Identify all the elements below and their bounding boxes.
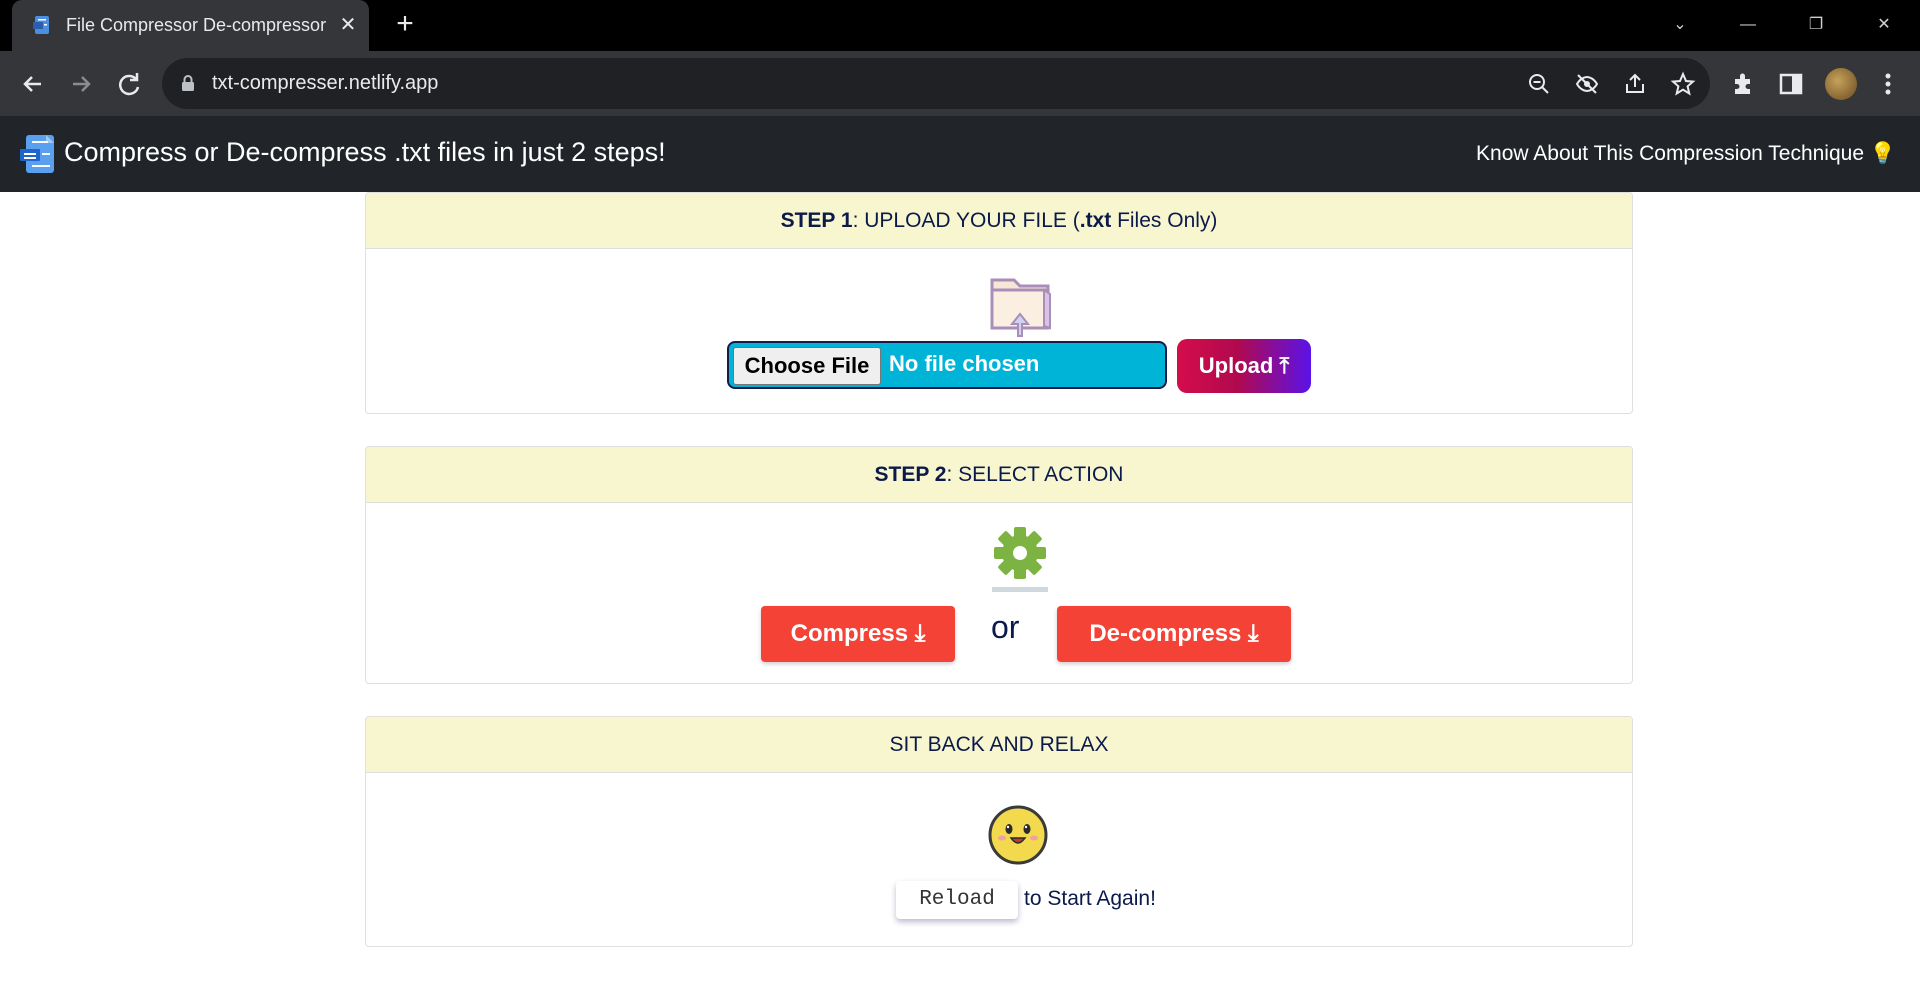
lock-icon[interactable] [180, 74, 196, 92]
close-window-button[interactable]: ✕ [1868, 10, 1900, 40]
profile-avatar[interactable] [1825, 68, 1857, 100]
relax-header: SIT BACK AND RELAX [366, 717, 1632, 773]
compress-button[interactable]: Compress ⤓ [761, 606, 955, 662]
step2-body: Compress ⤓ or De-compress ⤓ [366, 503, 1632, 683]
step2-card: STEP 2: SELECT ACTION Compress ⤓ or De-c… [365, 446, 1633, 684]
browser-tabstrip: File Compressor De-compressor ✕ + ⌄ — ❐ … [0, 0, 1920, 51]
decompress-button[interactable]: De-compress ⤓ [1057, 606, 1291, 662]
relax-body: Reload to Start Again! [366, 773, 1632, 946]
step2-text: : SELECT ACTION [946, 463, 1124, 486]
step1-header: STEP 1: UPLOAD YOUR FILE (.txt Files Onl… [366, 193, 1632, 249]
tab-close-icon[interactable]: ✕ [337, 14, 359, 36]
restore-button[interactable]: ❐ [1800, 10, 1832, 40]
step1-card: STEP 1: UPLOAD YOUR FILE (.txt Files Onl… [365, 192, 1633, 414]
restart-text: to Start Again! [1024, 887, 1156, 910]
url-text[interactable]: txt-compresser.netlify.app [212, 72, 438, 95]
step1-text: : UPLOAD YOUR FILE ( [852, 209, 1080, 232]
side-panel-icon[interactable] [1777, 70, 1805, 98]
eye-off-icon[interactable] [1574, 71, 1600, 97]
relax-card: SIT BACK AND RELAX Reload to Start Again… [365, 716, 1633, 947]
browser-tab[interactable]: File Compressor De-compressor ✕ [12, 0, 369, 51]
folder-upload-icon [990, 278, 1051, 337]
step2-label: STEP 2 [874, 463, 947, 486]
gear-icon [992, 527, 1048, 592]
share-icon[interactable] [1622, 71, 1648, 97]
address-bar[interactable]: txt-compresser.netlify.app [162, 58, 1710, 109]
back-icon[interactable] [16, 67, 50, 101]
file-status: No file chosen [889, 351, 1040, 376]
step2-header: STEP 2: SELECT ACTION [366, 447, 1632, 503]
step1-body: Choose File No file chosen Upload ⤒ [366, 249, 1632, 413]
smiley-face-icon [988, 805, 1048, 865]
upload-button[interactable]: Upload ⤒ [1177, 339, 1311, 393]
reload-icon[interactable] [112, 67, 146, 101]
compression-info-link[interactable]: Know About This Compression Technique 💡 [1476, 142, 1896, 166]
forward-icon[interactable] [64, 67, 98, 101]
or-separator: or [991, 609, 1020, 645]
file-icon [33, 16, 49, 34]
txt-file-icon [20, 135, 54, 173]
step1-label: STEP 1 [780, 209, 853, 232]
file-input[interactable]: Choose File No file chosen [727, 341, 1167, 389]
choose-file-button[interactable]: Choose File [733, 347, 881, 385]
step1-ext: .txt [1079, 209, 1112, 232]
new-tab-button[interactable]: + [392, 9, 418, 39]
tab-title: File Compressor De-compressor [66, 15, 327, 35]
bookmark-star-icon[interactable] [1670, 71, 1696, 97]
tab-search-icon[interactable]: ⌄ [1664, 10, 1696, 40]
extensions-icon[interactable] [1729, 70, 1757, 98]
brand-title[interactable]: Compress or De-compress .txt files in ju… [64, 137, 666, 168]
reload-button[interactable]: Reload [896, 881, 1018, 919]
zoom-out-icon[interactable] [1526, 71, 1552, 97]
more-options-icon[interactable] [1874, 70, 1902, 98]
step1-tail: Files Only) [1111, 209, 1218, 232]
browser-toolbar: txt-compresser.netlify.app [0, 51, 1920, 116]
minimize-button[interactable]: — [1732, 10, 1764, 40]
site-navbar: Compress or De-compress .txt files in ju… [0, 116, 1920, 192]
